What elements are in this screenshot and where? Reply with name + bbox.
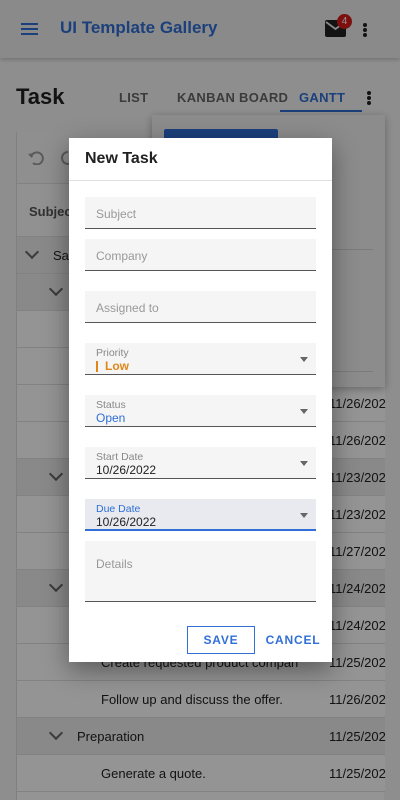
company-field[interactable]: Company	[85, 239, 316, 271]
save-button[interactable]: SAVE	[187, 626, 255, 654]
chevron-down-icon	[300, 409, 308, 414]
chevron-down-icon	[300, 357, 308, 362]
start-date-value: 10/26/2022	[96, 463, 157, 477]
status-label: Status	[96, 399, 126, 411]
start-date-picker[interactable]: Start Date 10/26/2022	[85, 447, 316, 479]
status-select[interactable]: Status Open	[85, 395, 316, 427]
subject-field[interactable]: Subject	[85, 197, 316, 229]
priority-color-marker	[96, 361, 98, 372]
due-date-label: Due Date	[96, 503, 141, 515]
assigned-to-placeholder: Assigned to	[96, 301, 159, 315]
due-date-value: 10/26/2022	[96, 515, 157, 529]
due-date-picker[interactable]: Due Date 10/26/2022	[85, 499, 316, 531]
new-task-dialog: New Task Subject Company Assigned to Pri…	[69, 138, 332, 662]
priority-select[interactable]: Priority Low	[85, 343, 316, 375]
assigned-to-field[interactable]: Assigned to	[85, 291, 316, 323]
subject-placeholder: Subject	[96, 207, 137, 221]
start-date-label: Start Date	[96, 451, 144, 463]
priority-value: Low	[105, 359, 129, 373]
company-placeholder: Company	[96, 249, 148, 263]
status-value: Open	[96, 411, 126, 425]
dialog-title: New Task	[85, 150, 158, 167]
details-textarea[interactable]: Details	[85, 541, 316, 602]
chevron-down-icon	[300, 513, 308, 518]
cancel-button[interactable]: CANCEL	[259, 626, 327, 654]
dialog-divider	[69, 180, 332, 181]
chevron-down-icon	[300, 461, 308, 466]
priority-label: Priority	[96, 347, 129, 359]
details-placeholder: Details	[96, 557, 133, 571]
